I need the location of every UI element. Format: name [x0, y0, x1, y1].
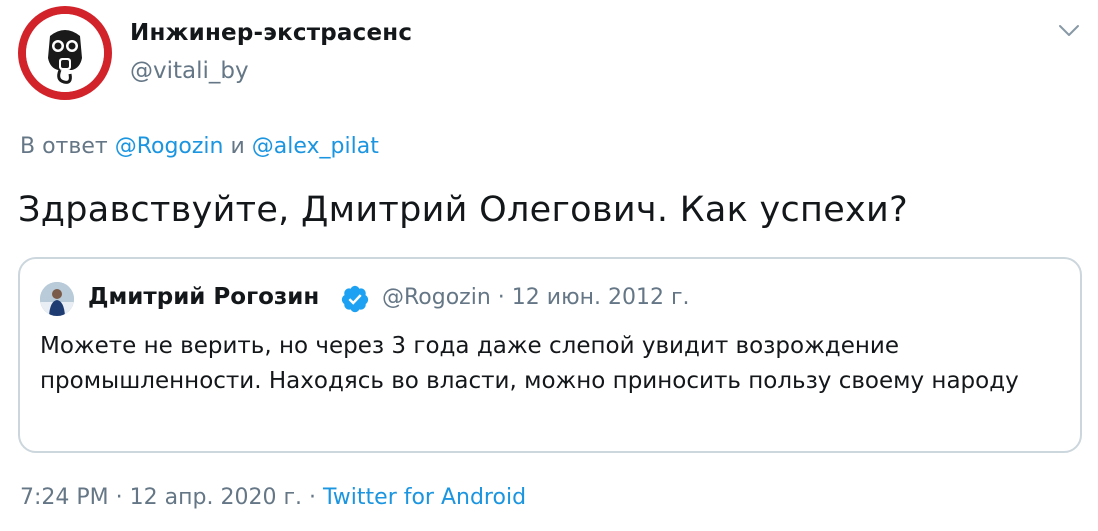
author-display-name[interactable]: Инжинер-экстрасенс	[130, 20, 412, 46]
verified-badge-icon	[341, 285, 369, 313]
reply-to-line: В ответ @Rogozin и @alex_pilat	[20, 134, 379, 159]
mention-link-rogozin[interactable]: @Rogozin	[115, 134, 224, 159]
tweet-source-link[interactable]: Twitter for Android	[323, 485, 526, 510]
tweet-text: Здравствуйте, Дмитрий Олегович. Как успе…	[18, 190, 908, 230]
quoted-meta: @Rogozin · 12 июн. 2012 г.	[382, 285, 690, 310]
tweet-timestamp-line: 7:24 PM · 12 апр. 2020 г. · Twitter for …	[20, 485, 526, 510]
gas-mask-icon	[26, 14, 104, 92]
quoted-tweet-text: Можете не верить, но через 3 года даже с…	[40, 333, 1019, 394]
author-avatar[interactable]	[18, 6, 112, 100]
tweet-time[interactable]: 7:24 PM	[20, 485, 109, 510]
avatar-photo-icon	[40, 282, 74, 316]
author-handle[interactable]: @vitali_by	[130, 58, 249, 84]
reply-conjunction: и	[230, 134, 245, 159]
quoted-handle: @Rogozin	[382, 285, 491, 310]
footer-separator: ·	[115, 485, 123, 510]
mention-link-alex-pilat[interactable]: @alex_pilat	[252, 134, 379, 159]
footer-separator: ·	[309, 485, 316, 510]
chevron-down-icon[interactable]	[1056, 20, 1082, 42]
quoted-author-avatar[interactable]	[40, 282, 74, 316]
quoted-author-name[interactable]: Дмитрий Рогозин	[88, 284, 319, 310]
quoted-date[interactable]: 12 июн. 2012 г.	[512, 285, 690, 310]
reply-prefix: В ответ	[20, 134, 108, 159]
tweet-date[interactable]: 12 апр. 2020 г.	[130, 485, 302, 510]
meta-separator: ·	[497, 285, 505, 310]
quoted-tweet-card[interactable]: Дмитрий Рогозин @Rogozin · 12 июн. 2012 …	[18, 257, 1082, 453]
